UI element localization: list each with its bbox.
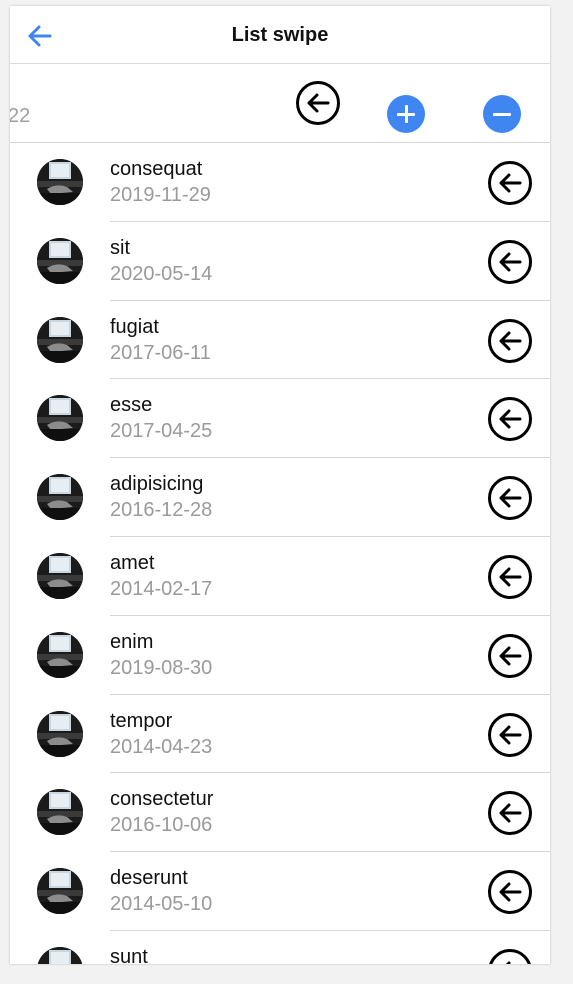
arrow-left-circle-icon[interactable] — [487, 554, 533, 600]
avatar-photo — [37, 631, 83, 678]
list-item-content: esse 2017-04-25 — [110, 379, 550, 459]
list-item-date: 2014-02-17 — [110, 577, 213, 600]
list-item-title: sunt — [110, 945, 148, 964]
avatar — [37, 395, 83, 442]
list-item-content: tempor 2014-04-23 — [110, 695, 550, 774]
list-item-content: adipisicing 2016-12-28 — [110, 458, 550, 537]
list-item-title: enim — [110, 630, 154, 653]
avatar-photo — [37, 395, 83, 442]
avatar — [37, 474, 83, 521]
list-item-date: 2014-05-10 — [110, 893, 213, 916]
list-item-date: 2017-06-11 — [110, 341, 211, 364]
arrow-left-circle-icon[interactable] — [487, 239, 533, 285]
avatar — [37, 710, 83, 757]
list-item-content: consequat 2019-11-29 — [110, 143, 550, 222]
avatar-photo — [37, 316, 83, 363]
navbar: List swipe — [10, 6, 550, 64]
list-item-content: fugiat 2017-06-11 — [110, 301, 550, 380]
avatar-photo — [37, 474, 83, 521]
list-item[interactable]: sit 2020-05-14 — [10, 222, 550, 301]
list-item-title: fugiat — [110, 315, 159, 338]
item-list: consequat 2019-11-29 sit 2020-05-14 fugi… — [10, 143, 550, 964]
page-title: List swipe — [231, 24, 329, 46]
list-item[interactable]: deserunt 2014-05-10 — [10, 852, 550, 931]
app-screen: List swipe 22 consequat 2019-11-29 sit 2… — [10, 6, 550, 964]
list-item[interactable]: amet 2014-02-17 — [10, 537, 550, 616]
swiped-item-date: 22 — [10, 105, 31, 127]
arrow-left-circle-icon[interactable] — [295, 80, 341, 126]
list-item-title: consectetur — [110, 788, 214, 811]
list-item-title: adipisicing — [110, 473, 204, 496]
avatar — [37, 868, 83, 915]
list-item-date: 2014-04-23 — [110, 735, 213, 758]
list-item[interactable]: esse 2017-04-25 — [10, 379, 550, 459]
list-item-title: tempor — [110, 709, 173, 732]
list-item-content: enim 2019-08-30 — [110, 616, 550, 695]
avatar — [37, 946, 83, 964]
list-item[interactable]: fugiat 2017-06-11 — [10, 301, 550, 380]
list-item-title: deserunt — [110, 867, 188, 890]
avatar-photo — [37, 868, 83, 915]
list-item[interactable]: sunt — [10, 931, 550, 964]
list-item-date: 2016-10-06 — [110, 814, 213, 837]
list-item[interactable]: tempor 2014-04-23 — [10, 695, 550, 774]
avatar — [37, 159, 83, 205]
remove-button[interactable] — [483, 95, 521, 133]
avatar — [37, 552, 83, 599]
arrow-left-circle-icon[interactable] — [487, 475, 533, 521]
list-item[interactable]: consectetur 2016-10-06 — [10, 773, 550, 853]
arrow-left-circle-icon[interactable] — [487, 318, 533, 364]
list-item-title: amet — [110, 551, 155, 574]
list-item-content: sit 2020-05-14 — [110, 222, 550, 301]
list-item-content: consectetur 2016-10-06 — [110, 773, 550, 853]
list-item-title: esse — [110, 394, 153, 417]
avatar — [37, 789, 83, 836]
list-item-date: 2019-11-29 — [110, 184, 211, 206]
arrow-left-circle-icon[interactable] — [487, 160, 533, 206]
arrow-left-circle-icon[interactable] — [487, 790, 533, 836]
arrow-left-circle-icon[interactable] — [487, 948, 533, 964]
avatar-photo — [37, 552, 83, 599]
avatar — [37, 631, 83, 678]
list-item-title: consequat — [110, 158, 203, 180]
avatar-photo — [37, 159, 83, 205]
list-item[interactable]: consequat 2019-11-29 — [10, 143, 550, 222]
arrow-left-circle-icon[interactable] — [487, 869, 533, 915]
list-item-content: sunt — [110, 931, 550, 964]
list-item-date: 2017-04-25 — [110, 420, 213, 443]
list-item-date: 2019-08-30 — [110, 656, 213, 679]
avatar-photo — [37, 237, 83, 284]
list-item-date: 2016-12-28 — [110, 499, 213, 522]
add-button[interactable] — [387, 95, 425, 133]
list-item-content: amet 2014-02-17 — [110, 537, 550, 616]
avatar-photo — [37, 789, 83, 836]
swiped-list-item[interactable]: 22 — [10, 64, 550, 143]
avatar-photo — [37, 946, 83, 964]
list-item-date: 2020-05-14 — [110, 262, 213, 285]
arrow-left-circle-icon[interactable] — [487, 633, 533, 679]
avatar — [37, 316, 83, 363]
avatar — [37, 237, 83, 284]
list-item[interactable]: adipisicing 2016-12-28 — [10, 458, 550, 537]
list-item-content: deserunt 2014-05-10 — [110, 852, 550, 931]
list-item-title: sit — [110, 236, 130, 259]
avatar-photo — [37, 710, 83, 757]
list-item[interactable]: enim 2019-08-30 — [10, 616, 550, 695]
arrow-left-circle-icon[interactable] — [487, 396, 533, 442]
arrow-left-circle-icon[interactable] — [487, 712, 533, 758]
